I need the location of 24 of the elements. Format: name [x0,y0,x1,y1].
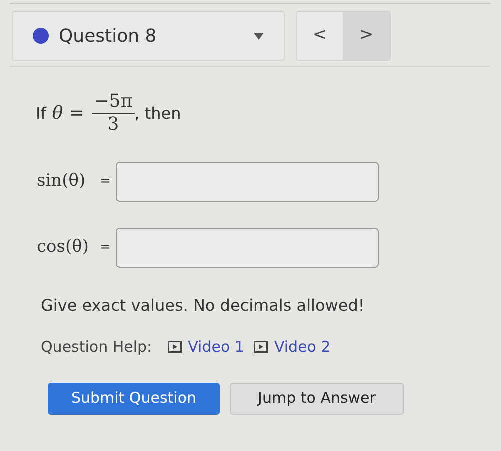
next-button[interactable]: > [343,12,390,60]
help-label: Question Help: [41,337,152,358]
instruction-text: Give exact values. No decimals allowed! [40,295,366,317]
math-variable: θ [52,102,64,126]
video-icon [254,341,268,354]
field-label: cos(θ) [37,236,90,260]
video-icon [168,341,182,354]
video-link[interactable]: Video 1 [168,336,244,358]
field-label: sin(θ) [37,170,87,194]
question-title: Question 8 [59,24,158,48]
answer-field[interactable] [116,228,379,268]
fraction: −5π 3 [92,91,135,136]
question-dropdown[interactable]: Question 8 [12,11,285,61]
prompt-text: , then [134,102,182,124]
answer-button[interactable]: Jump to Answer [230,382,404,414]
caret-icon [254,32,264,40]
equals-sign: = [69,102,84,126]
answer-field[interactable] [116,162,379,202]
video-link[interactable]: Video 2 [254,336,331,358]
equals-sign: = [100,173,111,192]
previous-button[interactable]: < [297,12,343,60]
submit-button[interactable]: Submit Question [48,382,220,414]
equals-sign: = [100,239,111,258]
prompt-text: If [36,102,46,124]
